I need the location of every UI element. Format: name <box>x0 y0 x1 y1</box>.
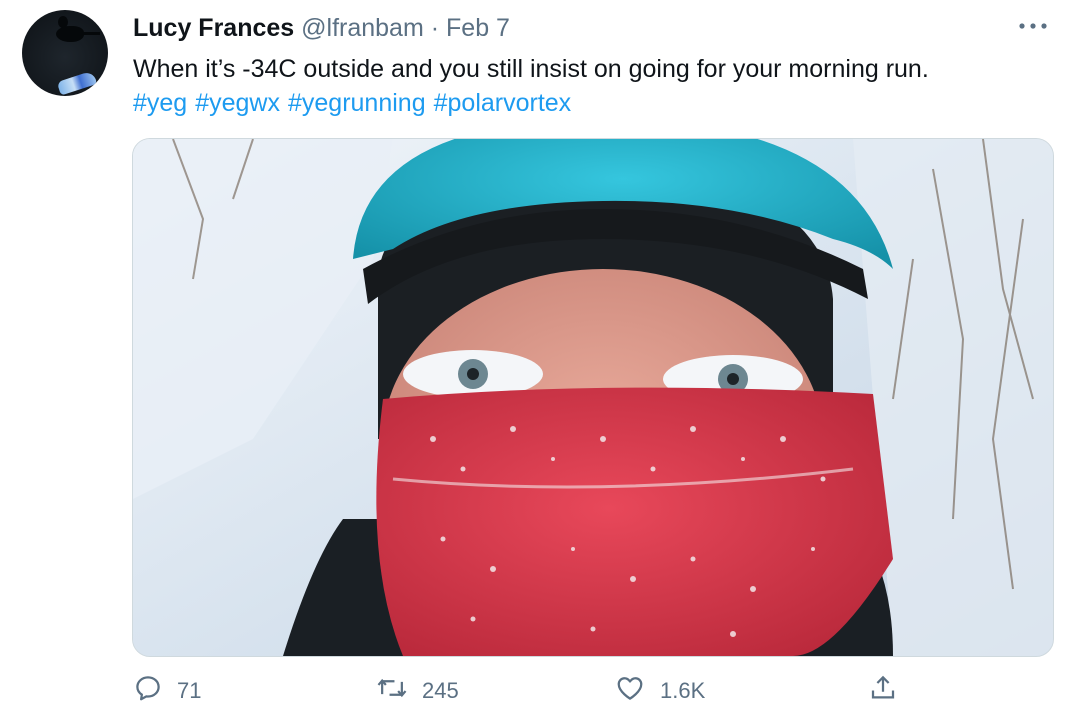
tweet-text: When it’s -34C outside and you still ins… <box>133 52 1053 120</box>
header-separator: · <box>430 14 440 42</box>
tweet-card: Lucy Frances @lfranbam · Feb 7 When it’s… <box>0 0 1080 719</box>
retweet-count: 245 <box>422 678 459 703</box>
like-button[interactable]: 1.6K <box>614 676 705 706</box>
hashtag-link[interactable]: #yeg <box>133 89 187 117</box>
author-handle[interactable]: @lfranbam <box>301 14 424 42</box>
tweet-actions: 71 245 1.6K <box>0 668 1080 712</box>
retweet-button[interactable]: 245 <box>376 676 459 706</box>
author-name[interactable]: Lucy Frances <box>133 14 294 42</box>
hashtag-list: #yeg #yegwx #yegrunning #polarvortex <box>133 86 1053 120</box>
hashtag-link[interactable]: #yegwx <box>195 89 280 117</box>
share-button[interactable] <box>868 673 912 709</box>
retweet-icon <box>376 673 422 709</box>
tweet-date[interactable]: Feb 7 <box>446 14 510 42</box>
tweet-header: Lucy Frances @lfranbam · Feb 7 <box>133 12 510 44</box>
tweet-body: When it’s -34C outside and you still ins… <box>133 55 929 83</box>
heart-icon <box>614 673 660 709</box>
avatar-shoe <box>56 70 98 96</box>
like-count: 1.6K <box>660 678 706 703</box>
reply-count: 71 <box>177 678 202 703</box>
author-avatar[interactable] <box>22 10 108 96</box>
share-icon <box>868 673 912 709</box>
more-icon[interactable] <box>1016 16 1050 36</box>
hashtag-link[interactable]: #yegrunning <box>288 89 426 117</box>
hashtag-link[interactable]: #polarvortex <box>434 89 572 117</box>
reply-button[interactable]: 71 <box>133 676 201 706</box>
tweet-photo[interactable] <box>132 138 1054 657</box>
avatar-bird <box>56 26 100 42</box>
reply-icon <box>133 673 177 709</box>
